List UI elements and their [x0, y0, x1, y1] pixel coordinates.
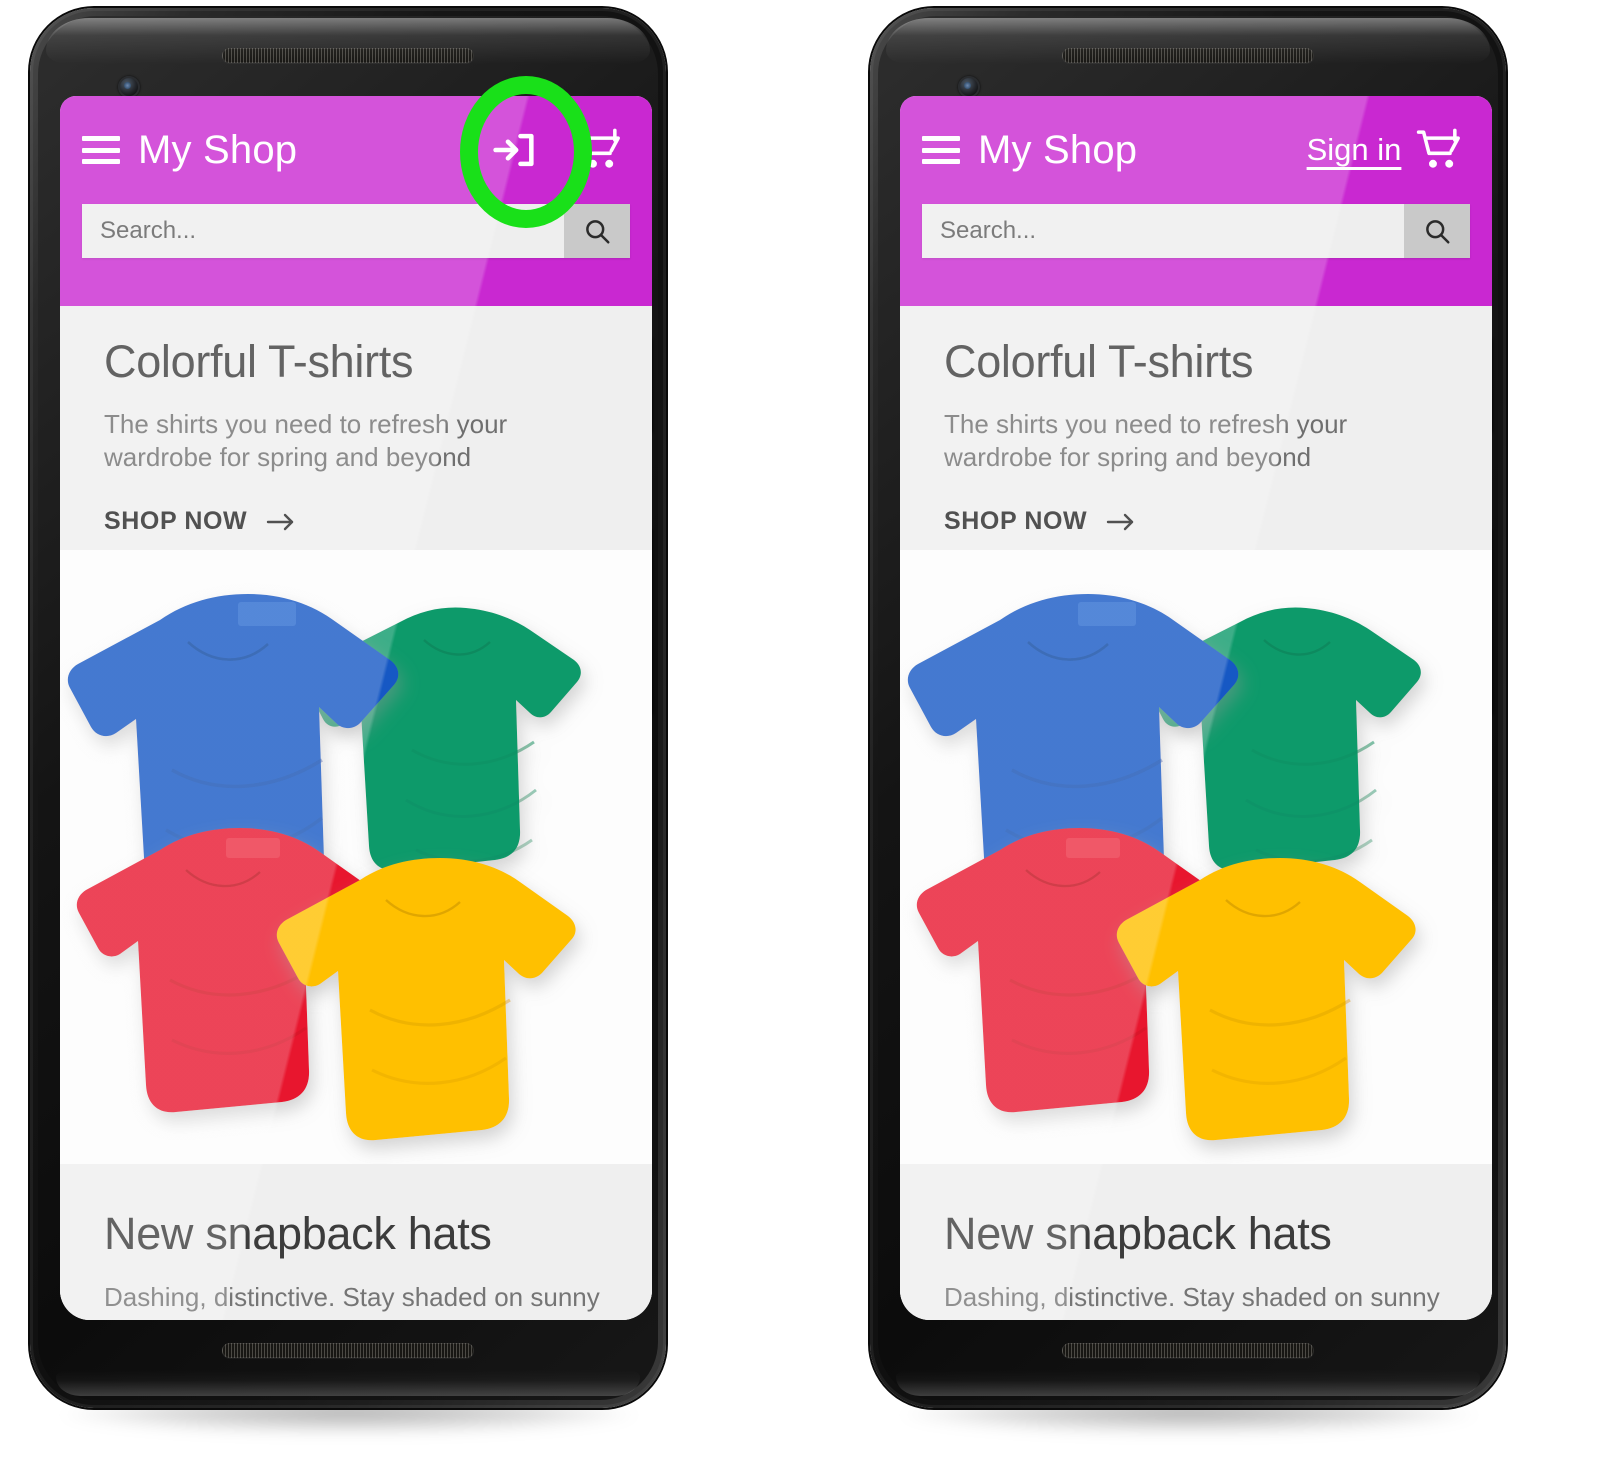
comparison-stage: My Shop Search... Colorful T-shirts The … [0, 0, 1600, 1473]
promo2-title: New snapback hats [944, 1208, 1332, 1259]
promo-card-hats: New snapback hats Dashing, distinctive. … [900, 1164, 1492, 1320]
app-title: My Shop [978, 127, 1138, 172]
shopping-cart-icon [576, 128, 620, 168]
search-box [82, 204, 630, 258]
front-camera-icon [958, 76, 980, 98]
search-row [900, 204, 1492, 258]
app-bar: My Shop Sign in [900, 96, 1492, 204]
search-submit-button[interactable] [1404, 204, 1470, 258]
search-submit-button[interactable] [564, 204, 630, 258]
arrow-right-icon [267, 513, 294, 530]
login-button[interactable] [466, 115, 562, 185]
front-camera-icon [118, 76, 140, 98]
sign-in-link[interactable]: Sign in [1306, 115, 1402, 185]
search-icon [1426, 220, 1450, 244]
hamburger-menu-icon[interactable] [82, 136, 120, 164]
search-row [60, 204, 652, 258]
promo-card-tshirts: Colorful T-shirts The shirts you need to… [900, 306, 1492, 536]
phone-device-left: My Shop Search... Colorful T-shirts The … [8, 8, 690, 1434]
promo-title: Colorful T-shirts [104, 336, 414, 387]
shop-now-label: SHOP NOW [944, 507, 1088, 535]
hamburger-menu-icon[interactable] [922, 136, 960, 164]
app-header: My Shop [60, 96, 652, 306]
cart-button[interactable] [568, 121, 630, 179]
speaker-grille-icon [222, 1343, 474, 1358]
search-box [922, 204, 1470, 258]
shop-now-button[interactable]: SHOP NOW [104, 507, 297, 536]
page-content: Colorful T-shirts The shirts you need to… [900, 306, 1492, 1320]
promo-card-hats: New snapback hats Dashing, distinctive. … [60, 1164, 652, 1320]
promo-title: Colorful T-shirts [944, 336, 1254, 387]
promo2-title: New snapback hats [104, 1208, 492, 1259]
shop-now-button[interactable]: SHOP NOW [944, 507, 1137, 536]
promo-subtitle: The shirts you need to refresh your ward… [944, 409, 1348, 472]
login-arrow-icon [493, 133, 534, 167]
promo-image-tshirts [900, 550, 1492, 1164]
phone-device-right: My Shop Sign in Search... Colorful T-shi… [848, 8, 1530, 1434]
earpiece-grille-icon [1062, 48, 1314, 63]
app-title: My Shop [138, 127, 298, 172]
promo2-subtitle: Dashing, distinctive. Stay shaded on sun… [104, 1282, 600, 1312]
device-body: My Shop Sign in Search... Colorful T-shi… [870, 8, 1506, 1408]
app-bar: My Shop [60, 96, 652, 204]
tshirts-illustration [900, 550, 1492, 1164]
promo-card-tshirts: Colorful T-shirts The shirts you need to… [60, 306, 652, 536]
tshirts-illustration [60, 550, 652, 1164]
arrow-right-icon [1107, 513, 1134, 530]
device-screen-right: My Shop Sign in Search... Colorful T-shi… [900, 96, 1492, 1320]
speaker-grille-icon [1062, 1343, 1314, 1358]
search-input[interactable] [922, 204, 1404, 258]
promo-subtitle: The shirts you need to refresh your ward… [104, 409, 508, 472]
search-input[interactable] [82, 204, 564, 258]
app-header: My Shop Sign in [900, 96, 1492, 306]
promo-image-tshirts [60, 550, 652, 1164]
shopping-cart-icon [1416, 128, 1460, 168]
page-content: Colorful T-shirts The shirts you need to… [60, 306, 652, 1320]
search-icon [586, 220, 610, 244]
shop-now-label: SHOP NOW [104, 507, 248, 535]
cart-button[interactable] [1408, 121, 1470, 179]
device-body: My Shop Search... Colorful T-shirts The … [30, 8, 666, 1408]
earpiece-grille-icon [222, 48, 474, 63]
promo2-subtitle: Dashing, distinctive. Stay shaded on sun… [944, 1282, 1440, 1312]
device-screen-left: My Shop Search... Colorful T-shirts The … [60, 96, 652, 1320]
sign-in-label: Sign in [1306, 132, 1402, 167]
